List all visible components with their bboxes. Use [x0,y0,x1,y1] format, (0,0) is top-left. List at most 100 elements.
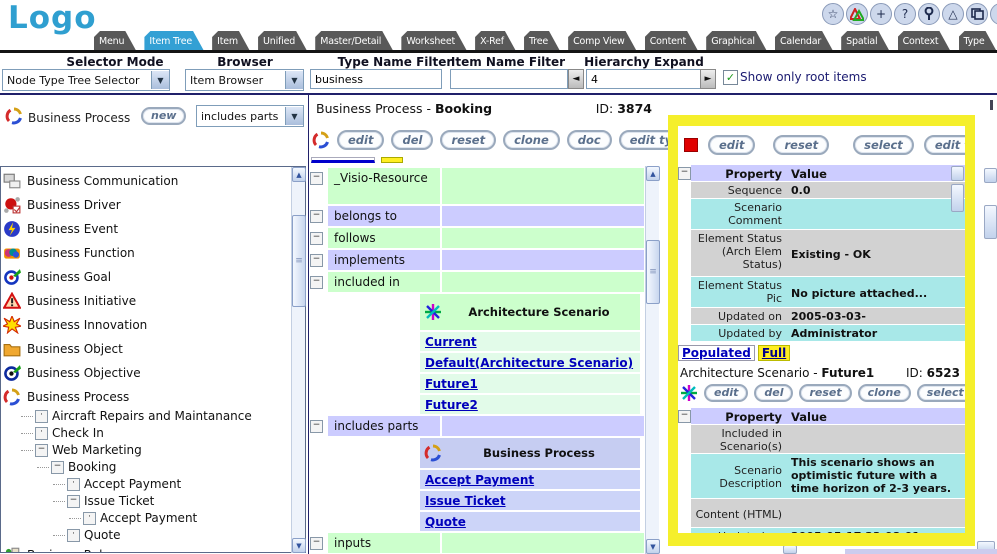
collapse-box-icon[interactable]: − [310,276,323,289]
tab-menu[interactable]: Menu [94,31,136,51]
scroll-up-icon[interactable]: ▲ [646,166,660,181]
tab-type[interactable]: Type [959,31,997,51]
scenario-link-future2[interactable]: Future2 [425,398,478,412]
star-icon[interactable]: ☆ [822,3,844,25]
full-link[interactable]: Full [762,346,786,360]
part-link-quote[interactable]: Quote [425,515,466,529]
item-name-filter-input[interactable] [450,69,568,89]
leaf-box-icon[interactable]: · [83,512,96,525]
chevron-down-icon[interactable]: ▼ [285,71,303,89]
collapse-box-icon[interactable]: − [678,410,691,423]
collapse-box-icon[interactable]: − [678,167,691,180]
show-only-root-items-checkbox[interactable]: ✓ [723,70,738,85]
tree-item-business-innovation[interactable]: Business Innovation [3,314,283,336]
scenario-link-default[interactable]: Default(Architecture Scenario) [425,356,633,370]
select-button[interactable]: select [917,384,965,402]
tree-item-aircraft-repairs[interactable]: · Aircraft Repairs and Maintanance [21,408,252,424]
tree-item-business-process[interactable]: Business Process [3,386,283,408]
edit-button[interactable]: edit [337,130,384,150]
depth-increase-button[interactable]: ► [700,69,716,89]
collapse-box-icon[interactable]: − [310,254,323,267]
collapse-box-icon[interactable]: − [310,420,323,433]
selector-mode-select[interactable]: Node Type Tree Selector ▼ [2,69,170,91]
tab-x-ref[interactable]: X-Ref [475,31,516,51]
reset-button[interactable]: reset [440,130,496,150]
add-icon[interactable]: + [870,3,892,25]
tree-item-quote[interactable]: · Quote [53,527,120,543]
tab-unified[interactable]: Unified [258,31,307,51]
tab-calendar[interactable]: Calendar [775,31,833,51]
populated-link-clipped[interactable] [311,157,375,163]
tree-item-accept-payment[interactable]: · Accept Payment [53,476,181,492]
tree-item-accept-payment-nested[interactable]: · Accept Payment [69,510,197,526]
delete-button[interactable]: del [391,130,433,150]
tab-worksheet[interactable]: Worksheet [401,31,467,51]
edit-button[interactable]: edit [704,384,748,402]
leaf-box-icon[interactable]: · [67,478,80,491]
tree-item-business-goal[interactable]: Business Goal [3,266,283,288]
collapse-box-icon[interactable]: − [310,232,323,245]
browser-selection-select[interactable]: Item Browser ▼ [185,69,304,91]
scrollbar-thumb[interactable]: ≡ [646,240,660,304]
collapse-box-icon[interactable]: − [310,210,323,223]
tree-item-business-function[interactable]: Business Function [3,242,283,264]
scroll-down-icon[interactable]: ▼ [292,538,306,553]
tree-item-business-event[interactable]: Business Event [3,218,283,240]
edit-type-button[interactable]: edit type [924,135,965,155]
scrollbar-fragment[interactable] [984,168,997,183]
scrollbar-fragment[interactable] [984,205,997,239]
tab-master-detail[interactable]: Master/Detail [315,31,393,51]
tree-item-issue-ticket[interactable]: − Issue Ticket [53,493,154,509]
tree-item-business-initiative[interactable]: Business Initiative [3,290,283,312]
clone-button[interactable]: clone [503,130,560,150]
tree-item-business-communication[interactable]: Business Communication [3,170,283,192]
full-link-clipped[interactable] [381,157,403,163]
doc-button[interactable]: doc [567,130,612,150]
chevron-down-icon[interactable]: ▼ [151,71,169,89]
scroll-down-icon[interactable]: ▼ [646,539,660,554]
chevron-down-icon[interactable]: ▼ [285,107,303,125]
tree-item-check-in[interactable]: · Check In [21,425,104,441]
edit-button[interactable]: edit [708,135,755,155]
type-name-filter-input[interactable] [310,69,442,89]
scenario-link-current[interactable]: Current [425,335,477,349]
select-button[interactable]: select [853,135,914,155]
tree-item-booking[interactable]: − Booking [37,459,116,475]
new-button[interactable]: new [141,107,186,125]
collapse-box-icon[interactable]: − [35,444,48,457]
leaf-box-icon[interactable]: · [35,427,48,440]
tree-item-business-objective[interactable]: Business Objective [3,362,283,384]
hierarchy-expand-depth-input[interactable] [586,69,702,89]
reset-button[interactable]: reset [799,384,851,402]
relation-select[interactable]: includes parts ▼ [196,105,304,127]
clipped-icon[interactable] [990,3,997,25]
tab-content[interactable]: Content [645,31,698,51]
collapse-box-icon[interactable]: − [310,537,323,550]
depth-decrease-button[interactable]: ◄ [568,69,584,89]
tree-item-business-driver[interactable]: Business Driver [3,194,283,216]
help-icon[interactable]: ? [894,3,916,25]
tab-tree[interactable]: Tree [524,31,560,51]
tree-item-business-rule[interactable]: Business Rule [3,544,283,553]
tab-spatial[interactable]: Spatial [841,31,889,51]
tab-item[interactable]: Item [212,31,250,51]
tab-comp-view[interactable]: Comp View [568,31,637,51]
clone-button[interactable]: clone [858,384,911,402]
populated-link[interactable]: Populated [682,346,751,360]
scroll-up-icon[interactable]: ▲ [292,167,306,182]
delete-button[interactable]: del [754,384,793,402]
scrollbar-thumb[interactable]: ≡ [292,215,306,307]
alert-triangle-icon[interactable]: △ [942,3,964,25]
tab-graphical[interactable]: Graphical [706,31,767,51]
pin-icon[interactable] [918,3,940,25]
tree-scrollbar[interactable]: ▲ ≡ ▼ [291,167,305,553]
overlap-triangles-icon[interactable] [846,3,868,25]
part-link-accept-payment[interactable]: Accept Payment [425,473,534,487]
collapse-box-icon[interactable]: − [310,172,323,185]
scrollbar-fragment[interactable] [951,184,964,212]
scenario-link-future1[interactable]: Future1 [425,377,478,391]
tile-windows-icon[interactable] [966,3,988,25]
scrollbar-fragment[interactable] [951,166,964,181]
tree-item-web-marketing[interactable]: − Web Marketing [21,442,142,458]
part-link-issue-ticket[interactable]: Issue Ticket [425,494,506,508]
